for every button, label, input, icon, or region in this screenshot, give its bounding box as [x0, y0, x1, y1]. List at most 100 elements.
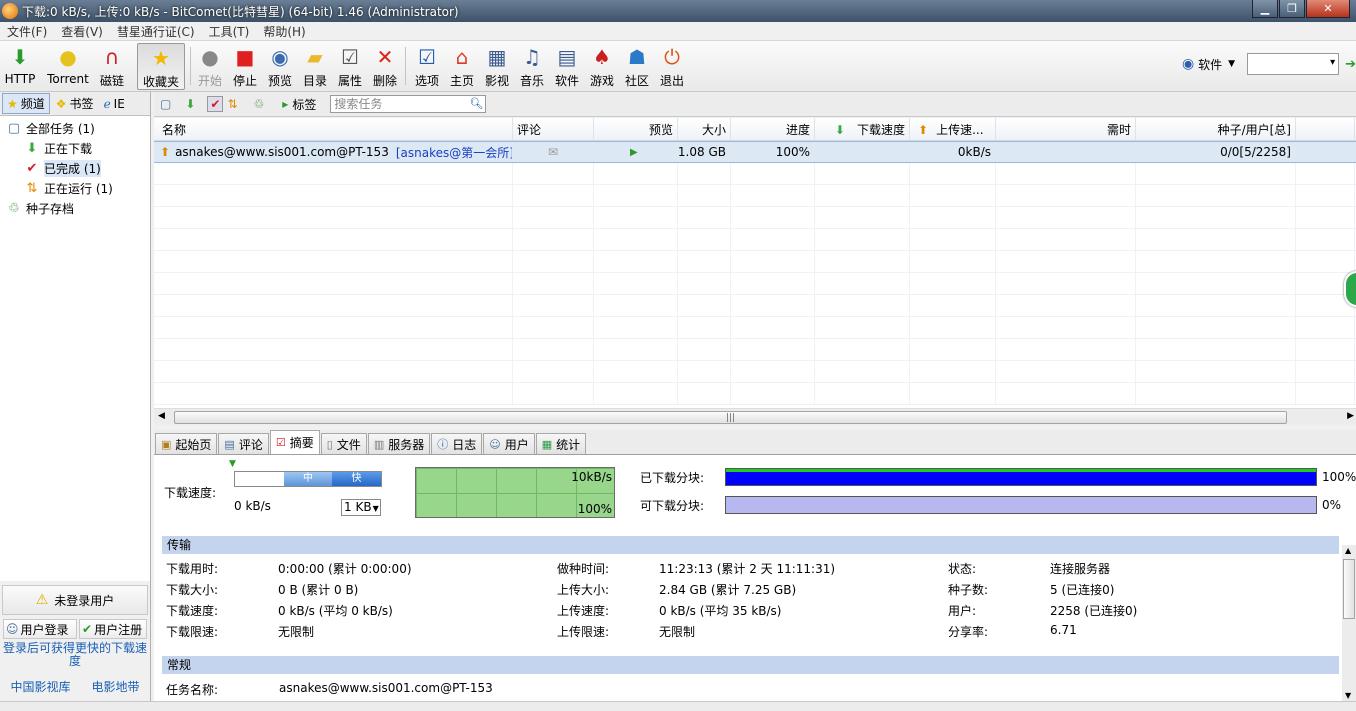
home-button[interactable]: ⌂ 主页: [447, 43, 477, 90]
tab-files[interactable]: ▯ 文件: [320, 433, 367, 454]
tree-item-downloading[interactable]: ⬇ 正在下载: [0, 138, 150, 158]
empty-row: [154, 383, 1356, 405]
download-filter-icon[interactable]: ⬇: [185, 97, 195, 111]
speed-limit-slider[interactable]: 中 快: [234, 471, 382, 487]
col-down-speed[interactable]: ⬇ 下载速度: [815, 118, 910, 141]
dl-limit-label: 下载限速:: [166, 625, 219, 639]
scroll-up-icon[interactable]: ▲: [1345, 546, 1351, 555]
delete-button[interactable]: ✕ 删除: [370, 43, 400, 90]
empty-row: [154, 185, 1356, 207]
col-size[interactable]: 大小: [678, 118, 731, 141]
dl-time-value: 0:00:00 (累计 0:00:00): [278, 562, 412, 576]
empty-cell: [678, 361, 731, 383]
search-box[interactable]: [1247, 53, 1340, 75]
scroll-right-icon[interactable]: ▶: [1347, 411, 1354, 421]
menu-file[interactable]: 文件(F): [0, 23, 54, 40]
magnet-button[interactable]: ∩ 磁链: [96, 43, 128, 90]
community-button[interactable]: ☗ 社区: [622, 43, 652, 90]
tree-item-running[interactable]: ⇅ 正在运行 (1): [0, 178, 150, 198]
col-name[interactable]: 名称: [154, 118, 513, 141]
login-hint-link[interactable]: 登录后可获得更快的下载速度: [0, 642, 150, 668]
side-float-icon[interactable]: [1344, 271, 1356, 307]
exit-button[interactable]: ⏻ 退出: [657, 43, 687, 90]
scroll-left-icon[interactable]: ◀: [158, 411, 165, 421]
col-seeds-peers[interactable]: 种子/用户[总]: [1136, 118, 1296, 141]
preview-button[interactable]: ◉ 预览: [265, 43, 295, 90]
options-button[interactable]: ☑ 选项: [412, 43, 442, 90]
software-button[interactable]: ▤ 软件: [552, 43, 582, 90]
horizontal-scrollbar[interactable]: ◀ ||| ▶: [154, 408, 1356, 425]
movie-zone-link[interactable]: 电影地带: [91, 678, 139, 695]
minimize-button[interactable]: ▁: [1252, 0, 1278, 18]
torrent-button[interactable]: ● Torrent: [44, 43, 92, 90]
tab-stats[interactable]: ▦ 统计: [535, 433, 587, 454]
empty-cell: [594, 229, 678, 251]
games-button[interactable]: ♠ 游戏: [587, 43, 617, 90]
empty-cell: [910, 229, 996, 251]
empty-cell: [513, 317, 594, 339]
empty-cell: [154, 229, 513, 251]
tab-channel[interactable]: ★ 频道: [2, 93, 50, 114]
login-button[interactable]: ☺ 用户登录: [3, 619, 77, 639]
empty-cell: [1136, 273, 1296, 295]
empty-cell: [594, 383, 678, 405]
tab-summary[interactable]: ☑ 摘要: [269, 430, 320, 454]
col-time-left[interactable]: 需时: [996, 118, 1136, 141]
directory-button[interactable]: ▰ 目录: [300, 43, 330, 90]
tab-ie[interactable]: ℯ IE: [100, 93, 129, 114]
scroll-thumb[interactable]: [1343, 559, 1355, 619]
tree-item-completed[interactable]: ✔ 已完成 (1): [0, 158, 150, 178]
new-task-icon[interactable]: ▢: [160, 97, 171, 111]
col-comment[interactable]: 评论: [513, 118, 594, 141]
start-button[interactable]: ● 开始: [195, 43, 225, 90]
movie-library-link[interactable]: 中国影视库: [10, 678, 70, 695]
preview-play-icon[interactable]: ▶: [630, 147, 638, 158]
music-button[interactable]: ♫ 音乐: [517, 43, 547, 90]
scroll-thumb[interactable]: |||: [174, 411, 1287, 424]
menu-passport[interactable]: 彗星通行证(C): [110, 23, 202, 40]
tab-log[interactable]: ⓘ 日志: [431, 433, 483, 454]
tab-comment[interactable]: ▤ 评论: [218, 433, 269, 454]
archive-filter-icon[interactable]: ♲: [254, 97, 265, 111]
empty-cell: [594, 273, 678, 295]
search-icon[interactable]: 🔍︎: [469, 96, 483, 112]
favorites-button[interactable]: ★ 收藏夹: [137, 43, 185, 90]
close-button[interactable]: ✕: [1306, 0, 1350, 18]
tree-item-all[interactable]: ▢ 全部任务 (1): [0, 118, 150, 138]
vertical-scrollbar[interactable]: ▲ ▼: [1342, 545, 1356, 701]
http-button[interactable]: ⬇ HTTP: [3, 43, 37, 90]
empty-cell: [1296, 339, 1355, 361]
tab-start-page[interactable]: ▣ 起始页: [155, 433, 218, 454]
go-arrow-icon[interactable]: ➔: [1345, 57, 1356, 72]
menu-help[interactable]: 帮助(H): [256, 23, 312, 40]
menu-view[interactable]: 查看(V): [54, 23, 110, 40]
tab-bookmarks[interactable]: ❖ 书签: [52, 93, 98, 114]
ratio-value: 6.71: [1050, 623, 1077, 637]
scroll-down-icon[interactable]: ▼: [1345, 691, 1351, 700]
table-row[interactable]: ⬆ asnakes@www.sis001.com@PT-153 [asnakes…: [154, 141, 1356, 163]
comment-envelope-icon[interactable]: ✉: [548, 145, 558, 159]
stop-button[interactable]: ■ 停止: [230, 43, 260, 90]
tab-users[interactable]: ☺ 用户: [483, 433, 535, 454]
empty-cell: [1296, 317, 1355, 339]
col-up-speed[interactable]: ⬆ 上传速...: [910, 118, 996, 141]
movies-button[interactable]: ▦ 影视: [482, 43, 512, 90]
globe-icon: ◉: [1181, 56, 1195, 72]
menu-tools[interactable]: 工具(T): [202, 23, 257, 40]
tree-item-archive[interactable]: ♲ 种子存档: [0, 198, 150, 218]
register-button[interactable]: ✔ 用户注册: [79, 619, 147, 639]
running-filter-icon[interactable]: ⇅: [227, 97, 237, 111]
unit-select[interactable]: 1 KB▼: [341, 499, 381, 516]
maximize-button[interactable]: ❐: [1279, 0, 1305, 18]
task-search-input[interactable]: 搜索任务 🔍︎: [330, 95, 487, 113]
tags-button[interactable]: 标签: [292, 96, 316, 113]
not-logged-in-box[interactable]: ⚠ 未登录用户: [2, 585, 148, 615]
completed-filter-icon[interactable]: ✔: [207, 96, 224, 112]
tab-servers[interactable]: ▥ 服务器: [367, 433, 431, 454]
col-progress[interactable]: 进度: [731, 118, 815, 141]
properties-button[interactable]: ☑ 属性: [335, 43, 365, 90]
ul-size-value: 2.84 GB (累计 7.25 GB): [659, 583, 797, 597]
col-preview[interactable]: 预览: [594, 118, 678, 141]
empty-cell: [1136, 339, 1296, 361]
search-category-dropdown[interactable]: 软件: [1198, 56, 1222, 73]
